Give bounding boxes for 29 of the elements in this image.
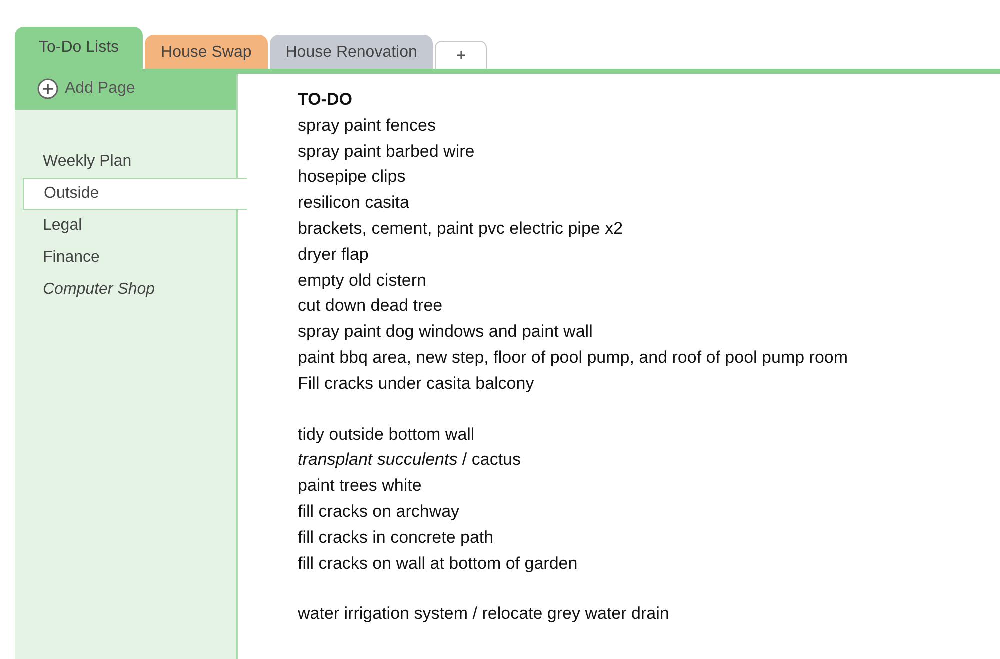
note-line: spray paint fences [298,116,436,135]
page-item[interactable]: Weekly Plan [15,146,236,178]
note-line: hosepipe clips [298,167,406,186]
note-title: TO-DO [298,89,354,111]
page-item[interactable]: Computer Shop [15,274,236,306]
note-line: transplant succulents / cactus [298,450,522,470]
page-item[interactable]: Finance [15,242,236,274]
note-line: resilicon casita [298,193,410,212]
note-line: cut down dead tree [298,296,443,316]
note-line: dryer flap [298,244,369,264]
note-line: fill cracks on wall at bottom of garden [298,554,578,573]
add-section-tab[interactable]: + [435,41,488,69]
section-tab[interactable]: House Swap [145,35,268,69]
note-line: Fill cracks under casita balcony [298,374,534,393]
note-line: paint bbq area, new step, floor of pool pump, and roof of pool pump room [298,348,848,367]
note-line: spray paint barbed wire [298,142,475,161]
section-tab[interactable]: House Renovation [270,35,434,69]
note-line: fill cracks in concrete path [298,528,494,547]
note-line: fill cracks on archway [298,502,460,521]
page-item[interactable]: Legal [15,210,236,242]
note-line: empty old cistern [298,270,426,290]
section-tab[interactable]: To-Do Lists [15,27,144,69]
note-line: tidy outside bottom wall [298,424,475,444]
note-line: paint trees white [298,476,422,496]
add-icon [37,78,59,100]
note-line: water irrigation system / relocate grey water drain [298,604,670,624]
page-item[interactable]: Outside [23,178,247,210]
note-line: brackets, cement, paint pvc electric pipe x2 [298,218,624,238]
note-line: spray paint dog windows and paint wall [298,322,593,342]
